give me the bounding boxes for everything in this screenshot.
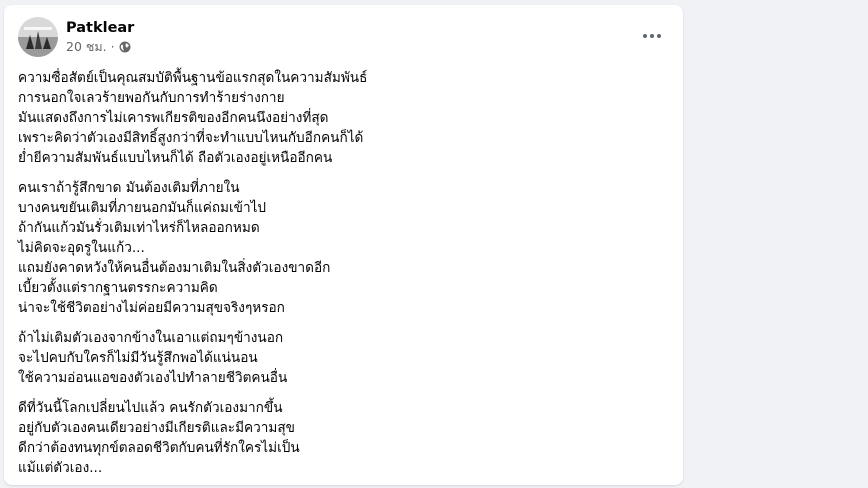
more-dot-icon (643, 34, 647, 38)
more-dot-icon (657, 34, 661, 38)
more-dot-icon (650, 34, 654, 38)
post-line: ไม่คิดจะอุดรูในแก้ว... (18, 240, 145, 256)
post-body: ความซื่อสัตย์เป็นคุณสมบัติพื้นฐานข้อแรกส… (18, 68, 658, 488)
post-paragraph-4: ดีที่วันนี้โลกเปลี่ยนไปแล้ว คนรักตัวเองม… (18, 398, 658, 478)
post-line: ถ้ากันแก้วมันรั่วเติมเท่าไหร่ก็ไหลออกหมด (18, 220, 260, 236)
post-line: อยู่กับตัวเองคนเดียวอย่างมีเกียรติและมีค… (18, 420, 295, 436)
post-timestamp[interactable]: 20 ชม. (66, 39, 107, 55)
post-line: ย่ำยีความสัมพันธ์แบบไหนก็ได้ ถือตัวเองอย… (18, 150, 333, 166)
post-header: Patklear 20 ชม. · (18, 17, 134, 57)
post-line: ใช้ความอ่อนแอของตัวเองไปทำลายชีวิตคนอื่น (18, 370, 288, 386)
post-line: บางคนขยันเติมที่ภายนอกมันก็แค่ถมเข้าไป (18, 200, 267, 216)
separator-dot: · (110, 39, 115, 54)
post-line: เพราะคิดว่าตัวเองมีสิทธิ์สูงกว่าที่จะทำแ… (18, 130, 364, 146)
post-line: มันแสดงถึงการไม่เคารพเกียรติของอีกคนนึงอ… (18, 110, 329, 126)
post-line: คนเราถ้ารู้สึกขาด มันต้องเติมที่ภายใน (18, 180, 240, 196)
post-line: ดีกว่าต้องทนทุกข์ตลอดชีวิตกับคนที่รักใคร… (18, 440, 300, 456)
more-options-button[interactable] (635, 19, 669, 53)
post-paragraph-3: ถ้าไม่เติมตัวเองจากข้างในเอาแต่ถมๆข้างนอ… (18, 328, 658, 388)
post-line: การนอกใจเลวร้ายพอกันกับการทำร้ายร่างกาย (18, 90, 285, 106)
post-line: ความซื่อสัตย์เป็นคุณสมบัติพื้นฐานข้อแรกส… (18, 70, 368, 86)
post-line: เบี้ยวตั้งแต่รากฐานตรรกะความคิด (18, 280, 218, 296)
post-line: แถมยังคาดหวังให้คนอื่นต้องมาเติมในสิ่งตั… (18, 260, 331, 276)
author-name[interactable]: Patklear (66, 19, 134, 37)
post-paragraph-1: ความซื่อสัตย์เป็นคุณสมบัติพื้นฐานข้อแรกส… (18, 68, 658, 168)
globe-icon[interactable] (119, 41, 131, 53)
post-line: แม้แต่ตัวเอง... (18, 460, 103, 476)
post-line: ดีที่วันนี้โลกเปลี่ยนไปแล้ว คนรักตัวเองม… (18, 400, 283, 416)
post-line: น่าจะใช้ชีวิตอย่างไม่ค่อยมีความสุขจริงๆห… (18, 300, 285, 316)
post-line: จะไปคบกับใครก็ไม่มีวันรู้สึกพอได้แน่นอน (18, 350, 258, 366)
author-avatar[interactable] (18, 17, 58, 57)
post-card: Patklear 20 ชม. · ความซื่อสัตย์เป็นคุณสม… (4, 5, 683, 485)
post-line: ถ้าไม่เติมตัวเองจากข้างในเอาแต่ถมๆข้างนอ… (18, 330, 284, 346)
post-paragraph-2: คนเราถ้ารู้สึกขาด มันต้องเติมที่ภายใน บา… (18, 178, 658, 318)
